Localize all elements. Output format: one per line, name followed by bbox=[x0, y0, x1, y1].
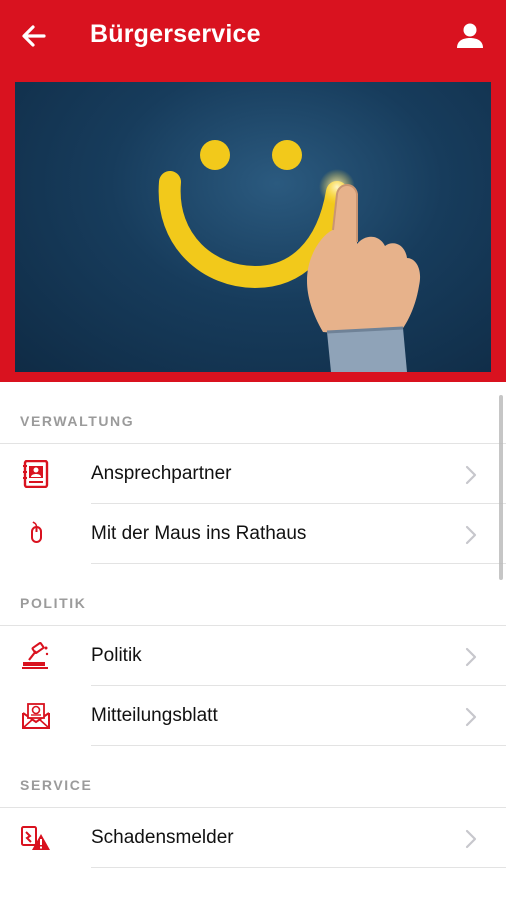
arrow-left-icon bbox=[22, 25, 46, 47]
hero-banner bbox=[0, 72, 506, 382]
damage-report-icon bbox=[21, 826, 50, 850]
list-item-label: Politik bbox=[91, 645, 142, 666]
profile-button[interactable] bbox=[452, 18, 488, 54]
page-title: Bürgerservice bbox=[90, 20, 261, 48]
smiley-touch-image bbox=[15, 82, 491, 372]
app-header: Bürgerservice bbox=[0, 0, 506, 72]
list-item-mit-der-maus[interactable]: Mit der Maus ins Rathaus bbox=[0, 504, 506, 564]
section-title: SERVICE bbox=[20, 777, 93, 793]
service-list: VERWALTUNG Ansprechpartner Mit der Maus … bbox=[0, 382, 506, 900]
chevron-right-icon bbox=[465, 465, 477, 485]
list-item-label: Mitteilungsblatt bbox=[91, 705, 218, 726]
section-title: POLITIK bbox=[20, 595, 87, 611]
section-title: VERWALTUNG bbox=[20, 413, 135, 429]
gavel-icon bbox=[22, 642, 49, 669]
section-header-verwaltung: VERWALTUNG bbox=[0, 382, 506, 444]
chevron-right-icon bbox=[465, 707, 477, 727]
list-item-ansprechpartner[interactable]: Ansprechpartner bbox=[0, 444, 506, 504]
section-header-politik: POLITIK bbox=[0, 564, 506, 626]
list-item-mitteilungsblatt[interactable]: Mitteilungsblatt bbox=[0, 686, 506, 746]
back-button[interactable] bbox=[16, 18, 52, 54]
chevron-right-icon bbox=[465, 647, 477, 667]
list-item-label: Mit der Maus ins Rathaus bbox=[91, 523, 307, 544]
section-header-service: SERVICE bbox=[0, 746, 506, 808]
list-item-label: Schadensmelder bbox=[91, 827, 234, 848]
contact-book-icon bbox=[23, 460, 49, 488]
scrollbar[interactable] bbox=[499, 395, 503, 580]
chevron-right-icon bbox=[465, 829, 477, 849]
chevron-right-icon bbox=[465, 525, 477, 545]
newsletter-icon bbox=[22, 703, 50, 729]
user-icon bbox=[457, 23, 483, 48]
list-item-politik[interactable]: Politik bbox=[0, 626, 506, 686]
list-item-schadensmelder[interactable]: Schadensmelder bbox=[0, 808, 506, 868]
mouse-icon bbox=[31, 521, 42, 543]
list-item-label: Ansprechpartner bbox=[91, 463, 232, 484]
divider bbox=[91, 867, 506, 868]
